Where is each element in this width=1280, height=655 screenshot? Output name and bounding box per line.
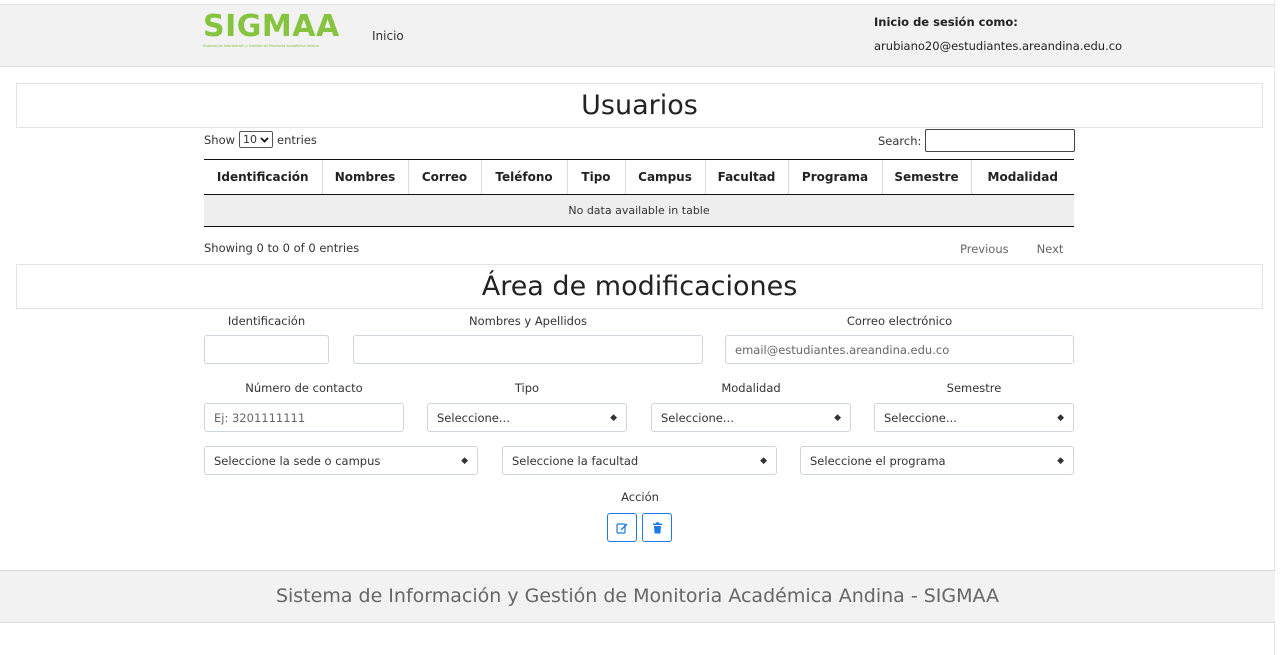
- next-button[interactable]: Next: [1037, 242, 1064, 256]
- nombres-label: Nombres y Apellidos: [469, 314, 587, 328]
- contacto-input[interactable]: Ej: 3201111111: [204, 403, 404, 432]
- tipo-select[interactable]: Seleccione... ◆: [427, 403, 627, 432]
- col-tipo[interactable]: Tipo: [566, 159, 625, 195]
- tipo-select-value: Seleccione...: [437, 410, 510, 425]
- table-info: Showing 0 to 0 of 0 entries: [204, 241, 360, 255]
- campus-select[interactable]: Seleccione la sede o campus ◆: [204, 446, 478, 475]
- show-label: Show: [204, 132, 236, 147]
- semestre-select[interactable]: Seleccione... ◆: [874, 403, 1074, 432]
- programa-select-value: Seleccione el programa: [810, 453, 946, 468]
- modificaciones-title: Área de modificaciones: [481, 271, 798, 302]
- col-identificacion[interactable]: Identificación: [204, 159, 322, 195]
- col-programa[interactable]: Programa: [787, 159, 882, 195]
- top-navbar: SIGMAA Sistema de Información y Gestión …: [0, 4, 1280, 67]
- facultad-select-value: Seleccione la facultad: [512, 453, 639, 468]
- nav-link-inicio[interactable]: Inicio: [372, 29, 404, 43]
- login-label: Inicio de sesión como:: [874, 15, 1018, 29]
- nombres-input[interactable]: [353, 335, 703, 364]
- col-campus[interactable]: Campus: [624, 159, 705, 195]
- semestre-label: Semestre: [946, 381, 1002, 395]
- semestre-select-value: Seleccione...: [884, 410, 957, 425]
- identificacion-input[interactable]: [204, 335, 329, 364]
- updown-arrow-icon: ◆: [834, 412, 841, 423]
- trash-icon: [652, 521, 662, 533]
- contacto-placeholder: Ej: 3201111111: [214, 410, 306, 425]
- modalidad-select-value: Seleccione...: [661, 410, 734, 425]
- identificacion-label: Identificación: [227, 314, 306, 328]
- previous-button[interactable]: Previous: [960, 242, 1009, 256]
- col-facultad[interactable]: Facultad: [704, 159, 788, 195]
- modalidad-label: Modalidad: [721, 381, 781, 395]
- users-table: Identificación Nombres Correo Teléfono T…: [204, 159, 1074, 227]
- updown-arrow-icon: ◆: [1057, 412, 1064, 423]
- accion-label: Acción: [621, 490, 659, 504]
- entries-length-control: Show 10 entries: [204, 131, 317, 148]
- empty-table-message: No data available in table: [204, 194, 1074, 227]
- entries-select-value: 10: [243, 133, 258, 146]
- scrollbar[interactable]: [1274, 0, 1280, 655]
- sigmaa-logo[interactable]: SIGMAA Sistema de Información y Gestión …: [203, 11, 343, 55]
- logo-subtitle: Sistema de Información y Gestión de Moni…: [203, 44, 319, 48]
- tipo-label: Tipo: [514, 381, 540, 395]
- col-semestre[interactable]: Semestre: [881, 159, 971, 195]
- campus-select-value: Seleccione la sede o campus: [214, 453, 381, 468]
- table-header-row: Identificación Nombres Correo Teléfono T…: [204, 159, 1074, 195]
- modalidad-select[interactable]: Seleccione... ◆: [651, 403, 851, 432]
- search-input[interactable]: [925, 129, 1076, 152]
- col-modalidad[interactable]: Modalidad: [970, 159, 1074, 195]
- edit-icon: [616, 522, 628, 534]
- edit-button[interactable]: [607, 513, 637, 542]
- entries-label: entries: [277, 132, 317, 147]
- updown-arrow-icon: ◆: [610, 412, 617, 423]
- footer: Sistema de Información y Gestión de Moni…: [0, 570, 1275, 623]
- table-search: Search:: [878, 129, 1076, 152]
- email-placeholder: email@estudiantes.areandina.edu.co: [735, 342, 950, 357]
- col-correo[interactable]: Correo: [407, 159, 481, 195]
- chevron-down-icon: [260, 136, 269, 143]
- entries-select[interactable]: 10: [239, 131, 274, 148]
- search-label: Search:: [878, 133, 922, 148]
- facultad-select[interactable]: Seleccione la facultad ◆: [502, 446, 777, 475]
- logo-text: SIGMAA: [203, 9, 340, 44]
- usuarios-title: Usuarios: [581, 90, 698, 121]
- pagination: Previous Next: [960, 242, 1063, 256]
- delete-button[interactable]: [642, 513, 672, 542]
- footer-text: Sistema de Información y Gestión de Moni…: [275, 585, 1000, 607]
- updown-arrow-icon: ◆: [461, 455, 468, 466]
- login-email: arubiano20@estudiantes.areandina.edu.co: [874, 39, 1123, 53]
- updown-arrow-icon: ◆: [1057, 455, 1064, 466]
- modificaciones-title-bar: Área de modificaciones: [16, 264, 1263, 309]
- programa-select[interactable]: Seleccione el programa ◆: [800, 446, 1074, 475]
- col-nombres[interactable]: Nombres: [321, 159, 408, 195]
- contacto-label: Número de contacto: [245, 381, 363, 395]
- email-input[interactable]: email@estudiantes.areandina.edu.co: [725, 335, 1074, 364]
- correo-label: Correo electrónico: [846, 314, 953, 328]
- table-row: No data available in table: [204, 194, 1074, 227]
- col-telefono[interactable]: Teléfono: [480, 159, 567, 195]
- usuarios-title-bar: Usuarios: [16, 83, 1263, 128]
- updown-arrow-icon: ◆: [760, 455, 767, 466]
